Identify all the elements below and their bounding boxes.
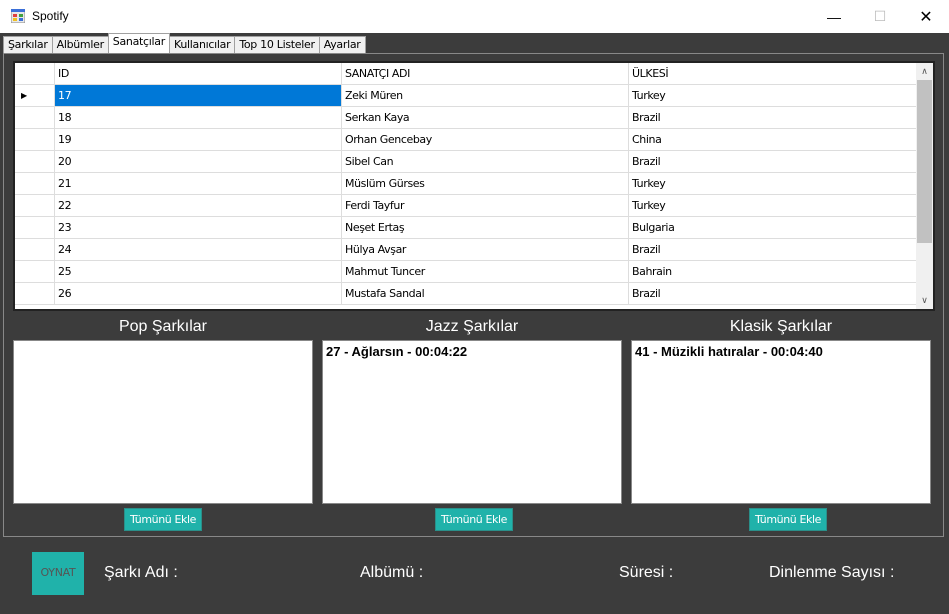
tab-top10[interactable]: Top 10 Listeler: [234, 36, 320, 53]
cell-country[interactable]: Turkey: [629, 85, 918, 106]
cell-name[interactable]: Neşet Ertaş: [342, 217, 629, 238]
row-header-cell[interactable]: [15, 283, 55, 304]
table-row[interactable]: 19 Orhan Gencebay China: [15, 129, 918, 151]
row-header-cell[interactable]: ▶: [15, 85, 55, 106]
close-button[interactable]: ✕: [903, 0, 949, 33]
tab-page-sanatcilar: ID SANATÇI ADI ÜLKESİ ▶ 17 Zeki Müren Turke…: [3, 53, 944, 537]
cell-name[interactable]: Mahmut Tuncer: [342, 261, 629, 282]
table-row[interactable]: 21 Müslüm Gürses Turkey: [15, 173, 918, 195]
table-row[interactable]: 24 Hülya Avşar Brazil: [15, 239, 918, 261]
row-header-cell[interactable]: [15, 129, 55, 150]
scroll-down-icon[interactable]: ∨: [916, 292, 933, 309]
classic-add-all-button[interactable]: Tümünü Ekle: [749, 508, 827, 531]
pop-song-list[interactable]: [13, 340, 313, 504]
cell-id[interactable]: 26: [55, 283, 342, 304]
artists-grid[interactable]: ID SANATÇI ADI ÜLKESİ ▶ 17 Zeki Müren Turke…: [13, 61, 935, 311]
tab-kullanicilar[interactable]: Kullanıcılar: [168, 36, 236, 53]
scroll-up-icon[interactable]: ∧: [916, 63, 933, 80]
listen-count-label: Dinlenme Sayısı :: [769, 564, 895, 581]
tab-sanatcilar[interactable]: Sanatçılar: [107, 33, 170, 53]
row-header-cell[interactable]: [15, 195, 55, 216]
cell-country[interactable]: Bulgaria: [629, 217, 918, 238]
row-header-cell[interactable]: [15, 217, 55, 238]
cell-name[interactable]: Sibel Can: [342, 151, 629, 172]
cell-country[interactable]: China: [629, 129, 918, 150]
cell-name[interactable]: Orhan Gencebay: [342, 129, 629, 150]
tab-ayarlar[interactable]: Ayarlar: [318, 36, 366, 53]
row-header-cell[interactable]: [15, 173, 55, 194]
cell-id[interactable]: 23: [55, 217, 342, 238]
cell-name[interactable]: Müslüm Gürses: [342, 173, 629, 194]
jazz-title: Jazz Şarkılar: [425, 318, 519, 335]
play-button[interactable]: OYNAT: [32, 552, 84, 595]
jazz-song-list[interactable]: 27 - Ağlarsın - 00:04:22: [322, 340, 622, 504]
player-bar: OYNAT Şarkı Adı : Albümü : Süresi : Dinl…: [0, 540, 949, 614]
song-name-label: Şarkı Adı :: [104, 564, 178, 581]
scroll-thumb[interactable]: [917, 80, 932, 243]
classic-song-list[interactable]: 41 - Müzikli hatıralar - 00:04:40: [631, 340, 931, 504]
cell-name[interactable]: Mustafa Sandal: [342, 283, 629, 304]
grid-rows: ▶ 17 Zeki Müren Turkey 18 Serkan Kaya Brazil 19…: [15, 85, 918, 305]
cell-country[interactable]: Brazil: [629, 283, 918, 304]
title-bar: Spotify — ☐ ✕: [0, 0, 949, 33]
cell-id[interactable]: 21: [55, 173, 342, 194]
cell-name[interactable]: Serkan Kaya: [342, 107, 629, 128]
cell-id[interactable]: 19: [55, 129, 342, 150]
table-row[interactable]: 26 Mustafa Sandal Brazil: [15, 283, 918, 305]
row-header-cell[interactable]: [15, 239, 55, 260]
table-row[interactable]: ▶ 17 Zeki Müren Turkey: [15, 85, 918, 107]
tab-sarkilar[interactable]: Şarkılar: [3, 36, 53, 53]
table-row[interactable]: 23 Neşet Ertaş Bulgaria: [15, 217, 918, 239]
table-row[interactable]: 22 Ferdi Tayfur Turkey: [15, 195, 918, 217]
cell-id[interactable]: 24: [55, 239, 342, 260]
table-row[interactable]: 25 Mahmut Tuncer Bahrain: [15, 261, 918, 283]
cell-country[interactable]: Bahrain: [629, 261, 918, 282]
cell-id[interactable]: 17: [55, 85, 342, 106]
album-label: Albümü :: [360, 564, 424, 581]
cell-name[interactable]: Zeki Müren: [342, 85, 629, 106]
row-header-cell[interactable]: [15, 261, 55, 282]
cell-country[interactable]: Brazil: [629, 107, 918, 128]
cell-id[interactable]: 25: [55, 261, 342, 282]
column-header-country[interactable]: ÜLKESİ: [629, 63, 918, 85]
table-row[interactable]: 20 Sibel Can Brazil: [15, 151, 918, 173]
cell-id[interactable]: 20: [55, 151, 342, 172]
pop-add-all-button[interactable]: Tümünü Ekle: [124, 508, 202, 531]
cell-id[interactable]: 18: [55, 107, 342, 128]
list-item[interactable]: 41 - Müzikli hatıralar - 00:04:40: [635, 344, 927, 359]
row-header-cell[interactable]: [15, 107, 55, 128]
row-header-corner: [15, 63, 55, 85]
table-row[interactable]: 18 Serkan Kaya Brazil: [15, 107, 918, 129]
cell-id[interactable]: 22: [55, 195, 342, 216]
cell-country[interactable]: Turkey: [629, 173, 918, 194]
classic-title: Klasik Şarkılar: [729, 318, 833, 335]
jazz-add-all-button[interactable]: Tümünü Ekle: [435, 508, 513, 531]
column-header-id[interactable]: ID: [55, 63, 342, 85]
row-header-cell[interactable]: [15, 151, 55, 172]
app-icon: [11, 9, 25, 23]
cell-country[interactable]: Turkey: [629, 195, 918, 216]
minimize-button[interactable]: —: [811, 0, 857, 33]
duration-label: Süresi :: [619, 564, 674, 581]
list-item[interactable]: 27 - Ağlarsın - 00:04:22: [326, 344, 618, 359]
window-title: Spotify: [32, 9, 69, 23]
maximize-button[interactable]: ☐: [857, 0, 903, 33]
cell-name[interactable]: Hülya Avşar: [342, 239, 629, 260]
grid-header: ID SANATÇI ADI ÜLKESİ: [15, 63, 918, 85]
cell-country[interactable]: Brazil: [629, 239, 918, 260]
cell-country[interactable]: Brazil: [629, 151, 918, 172]
tab-strip: Şarkılar Albümler Sanatçılar Kullanıcıla…: [3, 33, 366, 53]
pop-title: Pop Şarkılar: [118, 318, 208, 335]
tab-albumler[interactable]: Albümler: [51, 36, 109, 53]
grid-scrollbar[interactable]: ∧ ∨: [916, 63, 933, 309]
column-header-name[interactable]: SANATÇI ADI: [342, 63, 629, 85]
cell-name[interactable]: Ferdi Tayfur: [342, 195, 629, 216]
